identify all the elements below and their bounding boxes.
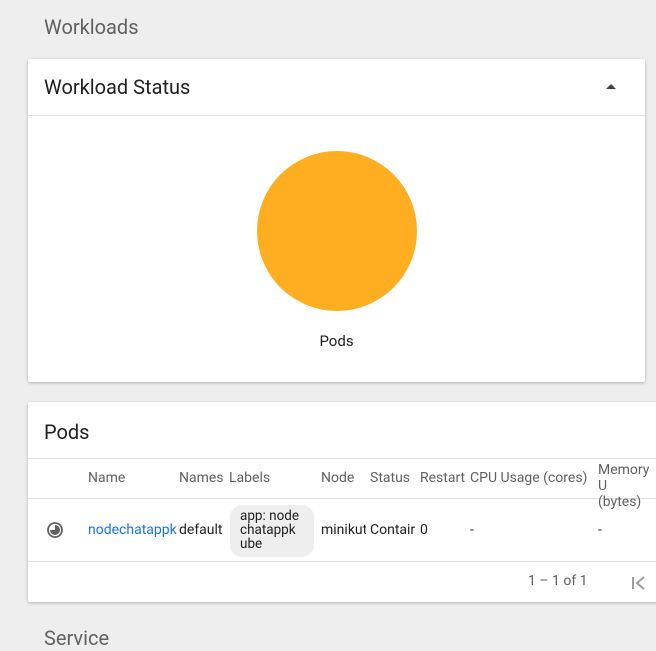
pagination-range: 1 – 1 of 1 — [528, 573, 588, 589]
section-title-service: Service — [44, 626, 110, 650]
col-labels: Labels — [229, 470, 271, 486]
chevron-up-icon — [606, 84, 616, 89]
pending-clock-icon — [47, 522, 63, 538]
pods-card: Pods Name Names Labels Node Status Resta… — [28, 402, 656, 602]
pod-memory: - — [598, 522, 602, 538]
table-footer: 1 – 1 of 1 — [28, 562, 656, 602]
pod-restarts: 0 — [420, 522, 428, 538]
workload-status-header: Workload Status — [28, 59, 645, 116]
workload-status-card: Workload Status Pods — [28, 59, 645, 382]
pods-header: Pods — [28, 402, 656, 459]
col-namespace[interactable]: Names — [179, 470, 225, 486]
col-status[interactable]: Status — [370, 470, 416, 486]
pod-label-chip: app: node chatappk ube — [230, 505, 314, 557]
col-restarts[interactable]: Restart — [420, 470, 467, 486]
table-header-row: Name Names Labels Node Status Restart CP… — [28, 458, 656, 510]
col-cpu[interactable]: CPU Usage (cores) — [470, 470, 595, 486]
pie-label: Pods — [319, 332, 354, 350]
col-name[interactable]: Name — [88, 470, 168, 486]
pod-status: Contair — [370, 522, 416, 538]
pod-node: minikut — [321, 522, 366, 538]
first-page-icon[interactable] — [630, 574, 648, 592]
pod-namespace: default — [179, 522, 223, 538]
col-node[interactable]: Node — [321, 470, 366, 486]
section-title-workloads: Workloads — [44, 15, 139, 39]
workload-status-title: Workload Status — [44, 75, 191, 99]
pods-title: Pods — [44, 420, 90, 444]
pod-name-link[interactable]: nodechatappk — [88, 522, 177, 538]
pod-cpu: - — [470, 522, 474, 538]
table-row[interactable]: nodechatappk default app: node chatappk … — [28, 499, 656, 562]
pods-status-pie-chart[interactable] — [257, 151, 417, 311]
collapse-button[interactable] — [601, 77, 621, 97]
